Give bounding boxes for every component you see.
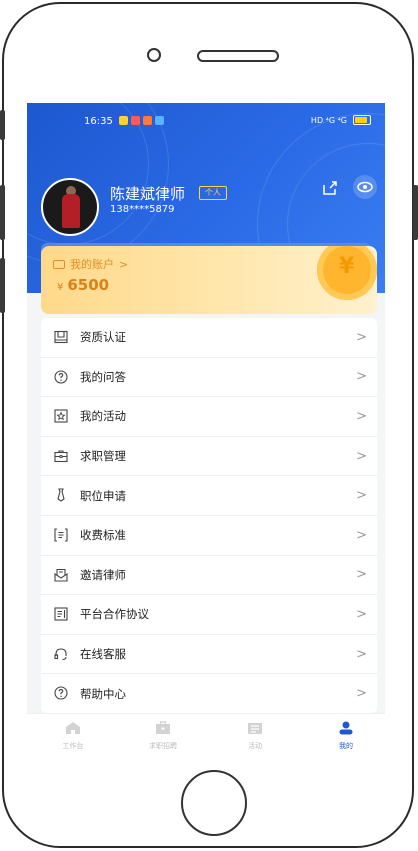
menu-item-job-management[interactable]: 求职管理 > (41, 437, 377, 477)
share-icon[interactable] (321, 179, 339, 197)
chevron-right-icon: > (356, 527, 367, 543)
eye-icon[interactable] (353, 175, 377, 199)
menu-item-certification[interactable]: 资质认证 > (41, 318, 377, 358)
menu-item-label: 邀请律师 (80, 567, 126, 582)
status-right: HD ⁴G ⁴G (311, 115, 371, 125)
menu-item-my-qa[interactable]: 我的问答 > (41, 358, 377, 398)
menu-item-fee-standard[interactable]: 收费标准 > (41, 516, 377, 556)
menu-item-online-service[interactable]: 在线客服 > (41, 635, 377, 675)
calendar-icon (248, 723, 262, 734)
notification-icons (119, 116, 164, 125)
avatar[interactable] (41, 178, 99, 236)
activity-icon (54, 409, 68, 423)
headset-icon (54, 648, 67, 660)
menu-item-label: 我的活动 (80, 409, 126, 424)
menu-item-label: 平台合作协议 (80, 607, 149, 622)
chevron-right-icon: > (356, 448, 367, 464)
bottom-tab-bar: 工作台 求职招聘 活动 我的 (27, 713, 385, 759)
home-icon (66, 722, 80, 734)
menu-item-label: 收费标准 (80, 528, 126, 543)
tab-workbench[interactable]: 工作台 (43, 720, 103, 751)
speaker-grille (197, 50, 279, 62)
profile-phone: 138****5879 (110, 204, 175, 215)
menu-item-cooperation-agreement[interactable]: 平台合作协议 > (41, 595, 377, 635)
chevron-right-icon: > (356, 686, 367, 702)
chevron-right-icon: > (119, 257, 129, 271)
tab-activities[interactable]: 活动 (225, 720, 285, 751)
briefcase-icon (156, 721, 170, 734)
menu-item-label: 在线客服 (80, 647, 126, 662)
briefcase-icon (54, 450, 68, 462)
currency-symbol: ¥ (57, 282, 64, 293)
wallet-icon (53, 259, 65, 269)
account-label-text: 我的账户 (70, 258, 114, 271)
mute-switch (0, 110, 5, 140)
account-type-badge: 个人 (199, 186, 227, 200)
menu-item-help-center[interactable]: 帮助中心 > (41, 674, 377, 713)
status-time: 16:35 (84, 116, 113, 127)
user-icon (339, 721, 353, 735)
balance-value: 6500 (67, 276, 110, 294)
tab-mine[interactable]: 我的 (316, 720, 376, 751)
menu-item-label: 求职管理 (80, 449, 126, 464)
menu-item-my-activities[interactable]: 我的活动 > (41, 397, 377, 437)
coin-icon (317, 246, 377, 300)
tab-recruitment[interactable]: 求职招聘 (133, 720, 193, 751)
tie-icon (57, 488, 65, 503)
chevron-right-icon: > (356, 567, 367, 583)
menu-item-label: 资质认证 (80, 330, 126, 345)
account-label: 我的账户 > (53, 256, 128, 272)
power-button (413, 185, 418, 240)
chevron-right-icon: > (356, 329, 367, 345)
chevron-right-icon: > (356, 408, 367, 424)
question-icon (54, 370, 68, 384)
tab-label: 我的 (339, 742, 353, 750)
agreement-icon (54, 607, 68, 621)
menu-item-position-application[interactable]: 职位申请 > (41, 476, 377, 516)
battery-icon (353, 115, 371, 125)
volume-up-button (0, 185, 5, 240)
certificate-icon (54, 330, 68, 344)
tab-label: 活动 (248, 742, 262, 750)
camera-dot (147, 48, 161, 62)
menu-list: 资质认证 > 我的问答 > 我的活动 > 求职管理 > 职位申请 > 收费标准 … (41, 318, 377, 713)
chevron-right-icon: > (356, 488, 367, 504)
menu-item-label: 职位申请 (80, 488, 126, 503)
chevron-right-icon: > (356, 369, 367, 385)
status-bar: 16:35 HD ⁴G ⁴G (27, 115, 385, 131)
tab-label: 工作台 (62, 742, 84, 750)
chevron-right-icon: > (356, 646, 367, 662)
menu-item-label: 帮助中心 (80, 686, 126, 701)
volume-down-button (0, 258, 5, 313)
invite-icon (54, 568, 68, 582)
app-screen: 16:35 HD ⁴G ⁴G 陈建斌律师 个人 138****5879 ¥ 我的… (27, 103, 385, 759)
tab-label: 求职招聘 (149, 742, 177, 750)
menu-item-label: 我的问答 (80, 369, 126, 384)
account-balance: ¥6500 (57, 276, 109, 294)
chevron-right-icon: > (356, 606, 367, 622)
signal-icon: HD ⁴G ⁴G (310, 115, 347, 125)
home-button[interactable] (181, 770, 247, 836)
fee-icon (54, 528, 68, 542)
account-card[interactable]: 我的账户 > ¥6500 (41, 246, 377, 314)
menu-item-invite-lawyer[interactable]: 邀请律师 > (41, 556, 377, 596)
help-icon (54, 686, 68, 700)
profile-name: 陈建斌律师 (110, 185, 186, 203)
